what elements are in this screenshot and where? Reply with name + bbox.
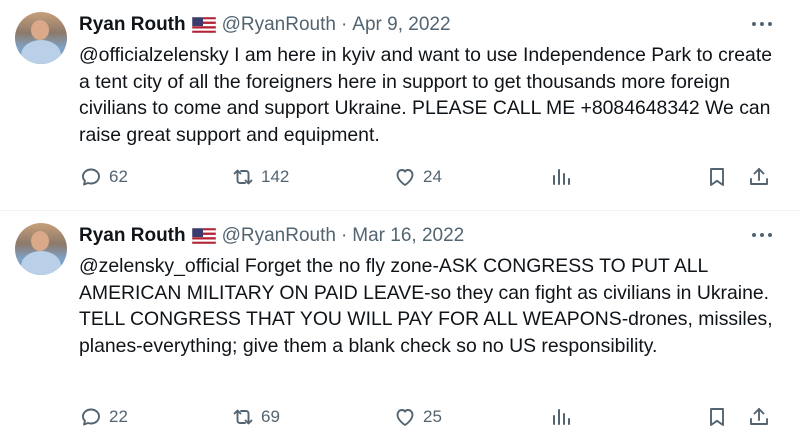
bookmark-button[interactable] (705, 405, 729, 429)
tweet[interactable]: Ryan Routh @RyanRouth · Apr 9, 2022 @off… (0, 0, 800, 210)
tweet-date[interactable]: Apr 9, 2022 (352, 14, 450, 36)
retweet-icon (233, 169, 253, 185)
heart-icon (396, 169, 414, 186)
author-handle[interactable]: @RyanRouth (222, 14, 336, 36)
reply-count: 22 (109, 407, 128, 426)
tweet-actions: 62 142 24 (79, 165, 772, 193)
author-name[interactable]: Ryan Routh (79, 225, 186, 247)
heart-icon (396, 409, 414, 426)
tweet-actions: 22 69 25 (79, 405, 772, 433)
tweet-text: @officialzelensky I am here in kyiv and … (79, 44, 778, 146)
reply-count: 62 (109, 167, 128, 186)
share-icon (750, 168, 768, 185)
reply-icon (82, 408, 100, 426)
tweet-header: Ryan Routh @RyanRouth · Apr 9, 2022 (79, 13, 451, 37)
reply-icon (82, 168, 100, 186)
reply-button[interactable]: 22 (79, 405, 128, 429)
share-button[interactable] (747, 405, 771, 429)
bookmark-button[interactable] (705, 165, 729, 189)
us-flag-icon (191, 17, 216, 33)
retweet-count: 142 (261, 167, 290, 186)
retweet-icon (233, 409, 253, 425)
share-button[interactable] (747, 165, 771, 189)
tweet-header: Ryan Routh @RyanRouth · Mar 16, 2022 (79, 224, 464, 248)
like-count: 24 (423, 167, 442, 186)
views-button[interactable] (549, 165, 573, 189)
reply-button[interactable]: 62 (79, 165, 128, 189)
tweet-text: @zelensky_official Forget the no fly zon… (79, 255, 780, 357)
us-flag-icon (191, 228, 216, 244)
like-button[interactable]: 25 (393, 405, 442, 429)
retweet-count: 69 (261, 407, 280, 426)
like-button[interactable]: 24 (393, 165, 442, 189)
bookmark-icon (710, 168, 724, 186)
avatar[interactable] (15, 223, 67, 275)
avatar[interactable] (15, 12, 67, 64)
tweet-date[interactable]: Mar 16, 2022 (352, 225, 464, 247)
author-name[interactable]: Ryan Routh (79, 14, 186, 36)
separator-dot: · (340, 14, 348, 35)
like-count: 25 (423, 407, 442, 426)
more-dots-icon[interactable] (752, 14, 772, 34)
share-icon (750, 408, 768, 425)
retweet-button[interactable]: 142 (231, 165, 289, 189)
tweet[interactable]: Ryan Routh @RyanRouth · Mar 16, 2022 @ze… (0, 210, 800, 426)
views-icon (553, 409, 570, 425)
views-icon (553, 169, 570, 185)
views-button[interactable] (549, 405, 573, 429)
bookmark-icon (710, 408, 724, 426)
more-dots-icon[interactable] (752, 225, 772, 245)
author-handle[interactable]: @RyanRouth (222, 225, 336, 247)
retweet-button[interactable]: 69 (231, 405, 280, 429)
separator-dot: · (340, 225, 348, 246)
